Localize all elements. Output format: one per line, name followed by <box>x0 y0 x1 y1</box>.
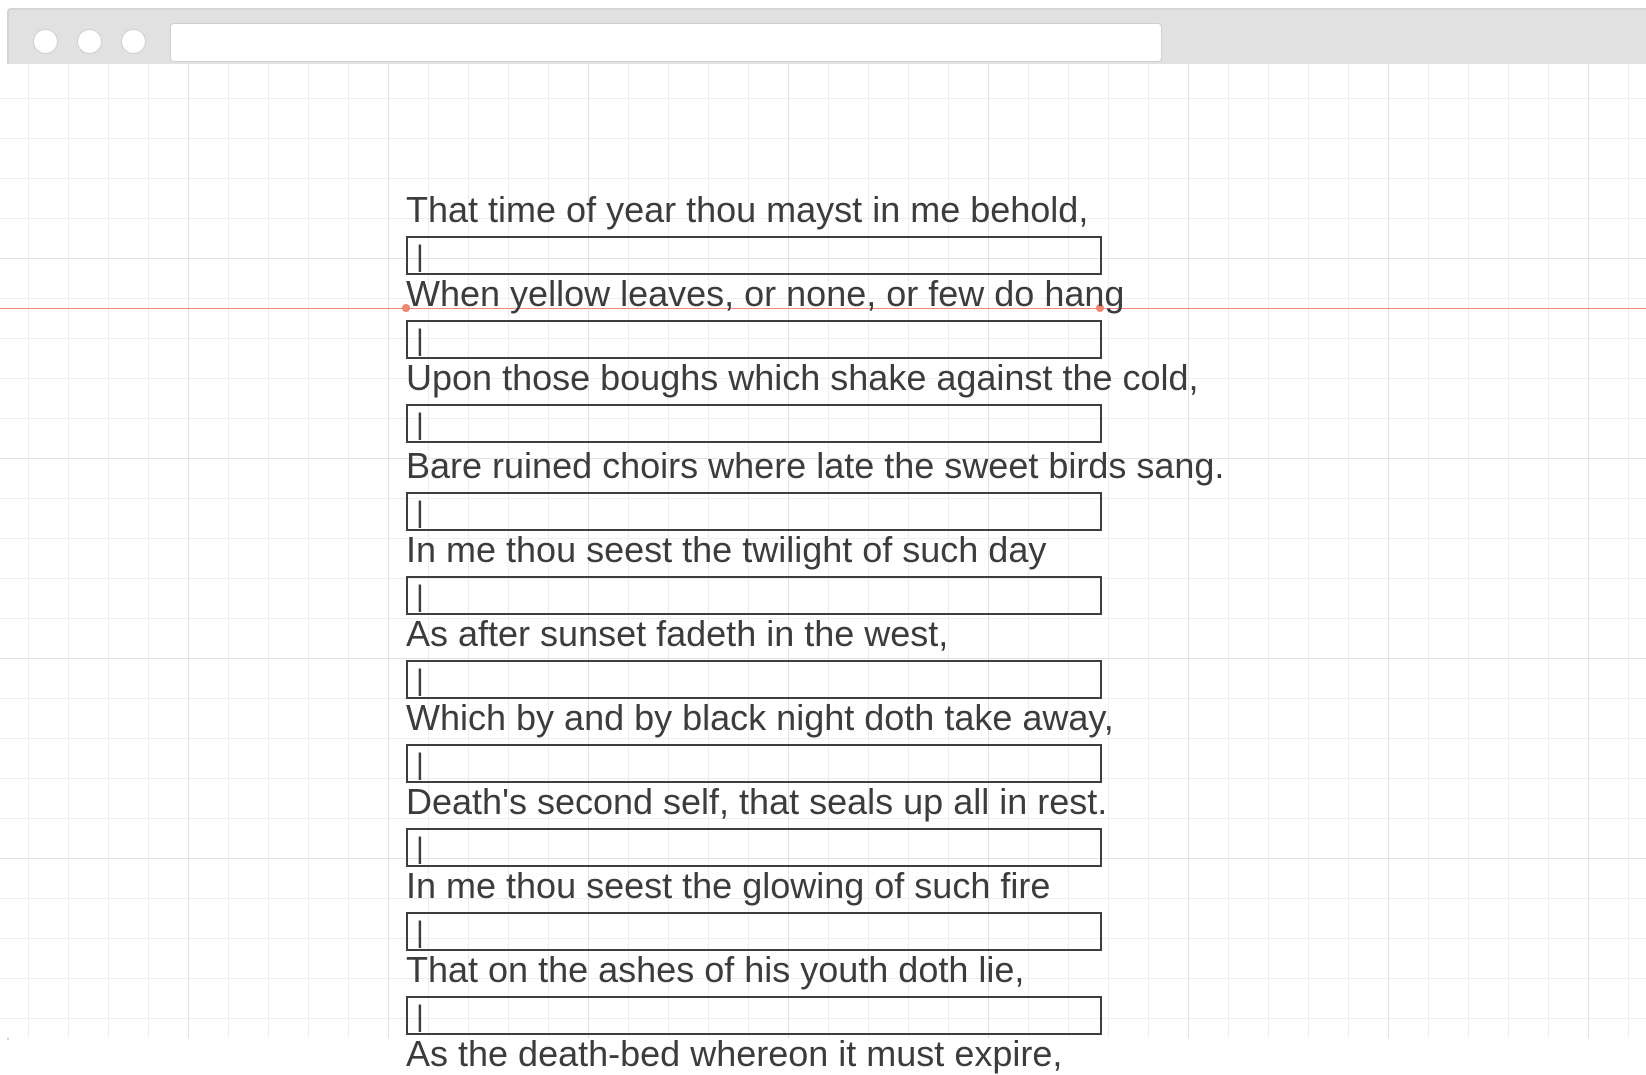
poem-line: Bare ruined choirs where late the sweet … <box>406 445 1225 486</box>
text-caret: | <box>416 580 424 613</box>
line-input-field[interactable]: | <box>406 236 1102 275</box>
poem-line: In me thou seest the twilight of such da… <box>406 529 1047 570</box>
line-input-field[interactable]: | <box>406 660 1102 699</box>
poem-line: As the death-bed whereon it must expire, <box>406 1033 1063 1074</box>
poem-line: In me thou seest the glowing of such fir… <box>406 865 1051 906</box>
text-caret: | <box>416 832 424 865</box>
poem-line: Which by and by black night doth take aw… <box>406 697 1114 738</box>
text-caret: | <box>416 408 424 441</box>
text-caret: | <box>416 240 424 273</box>
line-input-field[interactable]: | <box>406 404 1102 443</box>
poem-line: That on the ashes of his youth doth lie, <box>406 949 1025 990</box>
line-input-field[interactable]: | <box>406 828 1102 867</box>
poem-editor: That time of year thou mayst in me behol… <box>0 0 1646 1074</box>
poem-line: Upon those boughs which shake against th… <box>406 357 1199 398</box>
line-input-field[interactable]: | <box>406 492 1102 531</box>
poem-line: When yellow leaves, or none, or few do h… <box>406 273 1125 314</box>
poem-line: As after sunset fadeth in the west, <box>406 613 949 654</box>
poem-line: That time of year thou mayst in me behol… <box>406 189 1089 230</box>
text-caret: | <box>416 664 424 697</box>
line-input-field[interactable]: | <box>406 996 1102 1035</box>
line-input-field[interactable]: | <box>406 576 1102 615</box>
line-input-field[interactable]: | <box>406 744 1102 783</box>
text-caret: | <box>416 916 424 949</box>
line-input-field[interactable]: | <box>406 320 1102 359</box>
text-caret: | <box>416 1000 424 1033</box>
text-caret: | <box>416 496 424 529</box>
text-caret: | <box>416 748 424 781</box>
text-caret: | <box>416 324 424 357</box>
poem-line: Death's second self, that seals up all i… <box>406 781 1108 822</box>
line-input-field[interactable]: | <box>406 912 1102 951</box>
